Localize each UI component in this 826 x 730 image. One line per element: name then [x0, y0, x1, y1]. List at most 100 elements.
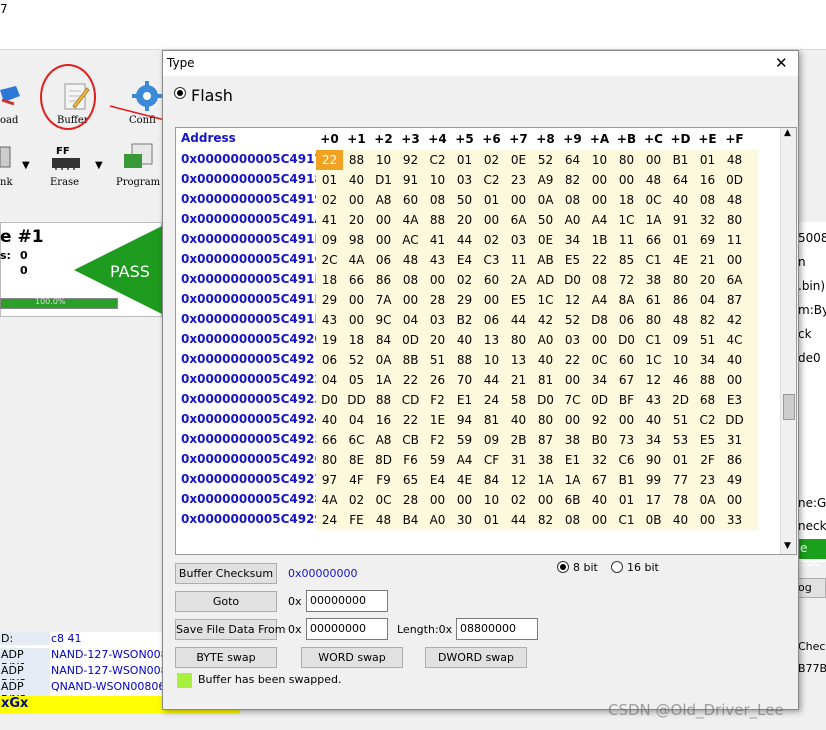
byte-cell[interactable]: 48	[721, 150, 748, 170]
byte-cell[interactable]: C1	[613, 510, 640, 530]
byte-cell[interactable]: 00	[721, 370, 748, 390]
byte-cell[interactable]: 00	[370, 210, 397, 230]
byte-cell[interactable]: 40	[640, 410, 667, 430]
byte-cell[interactable]: 02	[316, 190, 343, 210]
scroll-down-icon[interactable]: ▼	[784, 541, 791, 551]
byte-cell[interactable]: B4	[397, 510, 424, 530]
byte-cell[interactable]: 02	[343, 490, 370, 510]
byte-cell[interactable]: 04	[397, 310, 424, 330]
hex-row[interactable]: 0x0000000005C49190 02 00 A8 60 08 50 01 00 0A 08 00…	[176, 190, 780, 210]
byte-cell[interactable]: 80	[667, 270, 694, 290]
hex-row[interactable]: 0x0000000005C49270 97 4F F9 65 E4 4E 84 12 1A 1A 67…	[176, 470, 780, 490]
byte-cell[interactable]: 08	[424, 190, 451, 210]
byte-cell[interactable]: B1	[667, 150, 694, 170]
byte-cell[interactable]: 22	[397, 410, 424, 430]
hex-row[interactable]: 0x0000000005C49240 40 04 16 22 1E 94 81 40 80 00 92…	[176, 410, 780, 430]
byte-cell[interactable]: 22	[559, 350, 586, 370]
byte-cell[interactable]: 80	[640, 310, 667, 330]
byte-cell[interactable]: 4F	[343, 470, 370, 490]
byte-cell[interactable]: 32	[586, 450, 613, 470]
byte-cell[interactable]: 0B	[640, 510, 667, 530]
hex-row[interactable]: 0x0000000005C491E0 29 00 7A 00 28 29 00 E5 1C 12 A4…	[176, 290, 780, 310]
byte-cell[interactable]: 0E	[505, 150, 532, 170]
byte-cell[interactable]: 4C	[721, 330, 748, 350]
byte-cell[interactable]: 0C	[370, 490, 397, 510]
byte-cell[interactable]: 70	[451, 370, 478, 390]
byte-cell[interactable]: 80	[613, 150, 640, 170]
byte-cell[interactable]: 00	[586, 330, 613, 350]
byte-cell[interactable]: DD	[343, 390, 370, 410]
byte-cell[interactable]: 04	[316, 370, 343, 390]
byte-cell[interactable]: B1	[613, 470, 640, 490]
byte-cell[interactable]: 20	[694, 270, 721, 290]
byte-cell[interactable]: D0	[559, 270, 586, 290]
byte-cell[interactable]: 12	[505, 470, 532, 490]
byte-cell[interactable]: 24	[316, 510, 343, 530]
byte-cell[interactable]: 4A	[343, 250, 370, 270]
byte-cell[interactable]: 4A	[397, 210, 424, 230]
byte-cell[interactable]: 58	[505, 390, 532, 410]
byte-cell[interactable]: 4E	[451, 470, 478, 490]
byte-cell[interactable]: 26	[424, 370, 451, 390]
byte-cell[interactable]: 60	[613, 350, 640, 370]
byte-cell[interactable]: 43	[316, 310, 343, 330]
hex-row[interactable]: 0x0000000005C49230 D0 DD 88 CD F2 E1 24 58 D0 7C 0D…	[176, 390, 780, 410]
byte-cell[interactable]: 00	[586, 510, 613, 530]
byte-cell[interactable]: 01	[451, 150, 478, 170]
byte-cell[interactable]: 01	[478, 190, 505, 210]
byte-cell[interactable]: 44	[505, 510, 532, 530]
byte-cell[interactable]: 2D	[667, 390, 694, 410]
byte-cell[interactable]: 43	[424, 250, 451, 270]
byte-cell[interactable]: E5	[559, 250, 586, 270]
byte-cell[interactable]: 16	[694, 170, 721, 190]
byte-cell[interactable]: 8B	[397, 350, 424, 370]
save-from-input[interactable]: 00000000	[306, 618, 388, 640]
hex-row[interactable]: 0x0000000005C49260 80 8E 8D F6 59 A4 CF 31 38 E1 32…	[176, 450, 780, 470]
byte-cell[interactable]: 01	[667, 230, 694, 250]
byte-cell[interactable]: E1	[559, 450, 586, 470]
byte-cell[interactable]: 09	[667, 330, 694, 350]
byte-cell[interactable]: 34	[559, 230, 586, 250]
byte-cell[interactable]: 68	[694, 390, 721, 410]
byte-cell[interactable]: 29	[451, 290, 478, 310]
byte-cell[interactable]: 01	[316, 170, 343, 190]
byte-cell[interactable]: 0E	[532, 230, 559, 250]
byte-cell[interactable]: 00	[343, 310, 370, 330]
byte-cell[interactable]: 51	[667, 410, 694, 430]
byte-cell[interactable]: 88	[424, 210, 451, 230]
byte-cell[interactable]: C6	[613, 450, 640, 470]
byte-cell[interactable]: 16	[370, 410, 397, 430]
byte-cell[interactable]: FE	[343, 510, 370, 530]
byte-cell[interactable]: 48	[640, 170, 667, 190]
byte-cell[interactable]: 18	[613, 190, 640, 210]
byte-cell[interactable]: DD	[721, 410, 748, 430]
byte-cell[interactable]: 65	[397, 470, 424, 490]
byte-cell[interactable]: A4	[586, 290, 613, 310]
byte-cell[interactable]: 44	[505, 310, 532, 330]
hex-row[interactable]: 0x0000000005C491B0 09 98 00 AC 41 44 02 03 0E 34 1B…	[176, 230, 780, 250]
byte-cell[interactable]: 0D	[397, 330, 424, 350]
byte-cell[interactable]: 85	[613, 250, 640, 270]
byte-cell[interactable]: 01	[478, 510, 505, 530]
byte-cell[interactable]: 24	[478, 390, 505, 410]
byte-cell[interactable]: 05	[343, 370, 370, 390]
byte-cell[interactable]: 94	[451, 410, 478, 430]
byte-cell[interactable]: 0A	[694, 490, 721, 510]
hex-row[interactable]: 0x0000000005C49170 22 88 10 92 C2 01 02 0E 52 64 10…	[176, 150, 780, 170]
byte-cell[interactable]: 00	[532, 490, 559, 510]
byte-cell[interactable]: 49	[721, 470, 748, 490]
byte-cell[interactable]: 69	[694, 230, 721, 250]
byte-cell[interactable]: A0	[424, 510, 451, 530]
byte-cell[interactable]: F2	[424, 390, 451, 410]
byte-cell[interactable]: 11	[721, 230, 748, 250]
byte-cell[interactable]: D8	[586, 310, 613, 330]
byte-cell[interactable]: 41	[316, 210, 343, 230]
byte-cell[interactable]: 00	[343, 290, 370, 310]
byte-cell[interactable]: 97	[316, 470, 343, 490]
byte-cell[interactable]: 40	[505, 410, 532, 430]
byte-cell[interactable]: 87	[532, 430, 559, 450]
byte-cell[interactable]: 4E	[667, 250, 694, 270]
byte-cell[interactable]: 00	[343, 190, 370, 210]
byte-cell[interactable]: 78	[667, 490, 694, 510]
byte-cell[interactable]: 08	[694, 190, 721, 210]
